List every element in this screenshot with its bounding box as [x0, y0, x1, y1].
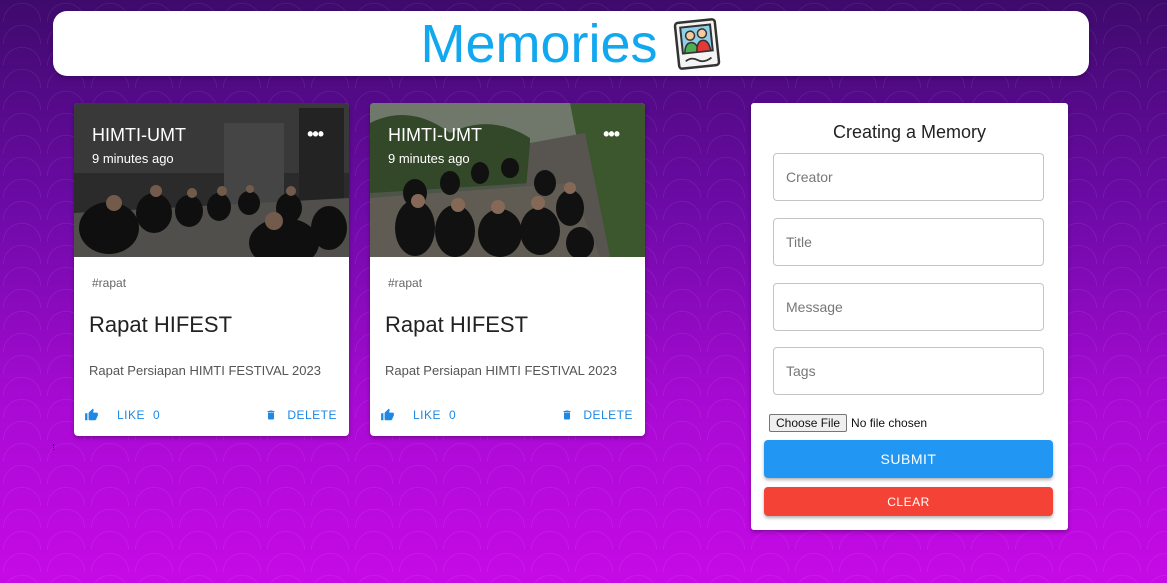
- like-label: LIKE: [413, 408, 442, 422]
- app-title: Memories: [420, 13, 658, 74]
- post-time: 9 minutes ago: [388, 151, 470, 166]
- post-time: 9 minutes ago: [92, 151, 174, 166]
- file-input: Choose File No file chosen: [769, 414, 927, 432]
- file-status: No file chosen: [851, 416, 928, 430]
- like-count: 0: [449, 408, 456, 422]
- memory-card: HIMTI-UMT 9 minutes ago ••• #rapat Rapat…: [74, 103, 349, 436]
- message-input[interactable]: [773, 283, 1044, 331]
- post-title: Rapat HIFEST: [89, 312, 233, 337]
- like-count: 0: [153, 408, 160, 422]
- post-creator: HIMTI-UMT: [388, 125, 482, 145]
- post-message: Rapat Persiapan HIMTI FESTIVAL 2023: [385, 363, 617, 378]
- post-title: Rapat HIFEST: [385, 312, 529, 337]
- like-button[interactable]: LIKE 0: [380, 407, 456, 423]
- post-tags: #rapat: [92, 276, 127, 290]
- more-horizontal-icon[interactable]: •••: [307, 125, 324, 143]
- thumb-up-icon: [85, 408, 98, 421]
- like-button[interactable]: LIKE 0: [84, 407, 160, 423]
- divider-mark: [53, 444, 56, 450]
- app-bar: Memories: [53, 11, 1089, 76]
- post-message: Rapat Persiapan HIMTI FESTIVAL 2023: [89, 363, 321, 378]
- like-label: LIKE: [117, 408, 146, 422]
- title-input[interactable]: [773, 218, 1044, 266]
- photo-memories-icon: [673, 17, 720, 70]
- form-title: Creating a Memory: [832, 122, 987, 142]
- tags-input[interactable]: [773, 347, 1044, 395]
- clear-button[interactable]: CLEAR: [764, 487, 1053, 516]
- thumb-up-icon: [381, 408, 394, 421]
- more-horizontal-icon[interactable]: •••: [603, 125, 620, 143]
- post-tags: #rapat: [388, 276, 423, 290]
- choose-file-button[interactable]: Choose File: [769, 414, 848, 432]
- delete-button[interactable]: DELETE: [561, 407, 633, 423]
- creator-input[interactable]: [773, 153, 1044, 201]
- post-creator: HIMTI-UMT: [92, 125, 186, 145]
- create-memory-form: Creating a Memory Choose File No file ch…: [751, 103, 1068, 530]
- delete-label: DELETE: [287, 408, 337, 422]
- trash-icon: [267, 410, 275, 420]
- memory-card: HIMTI-UMT 9 minutes ago ••• #rapat Rapat…: [370, 103, 645, 436]
- submit-button[interactable]: SUBMIT: [764, 440, 1053, 478]
- trash-icon: [563, 410, 571, 420]
- delete-label: DELETE: [583, 408, 633, 422]
- delete-button[interactable]: DELETE: [265, 407, 337, 423]
